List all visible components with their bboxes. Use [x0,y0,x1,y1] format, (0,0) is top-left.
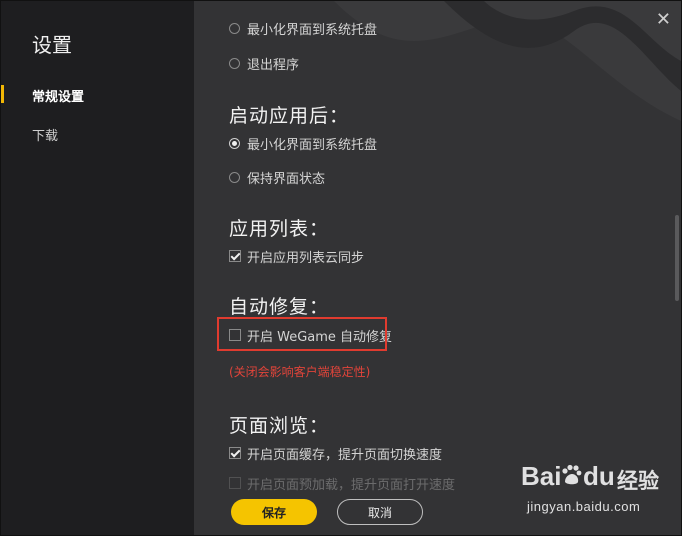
option-label: 保持界面状态 [247,171,326,187]
radio-icon[interactable] [229,57,240,69]
settings-title: 设置 [32,33,72,57]
auto-repair-warning: (关闭会影响客户端稳定性) [229,365,371,379]
red-highlight-annotation [217,317,387,351]
option-label: 退出程序 [247,57,300,73]
checkbox-checked-icon[interactable] [229,250,241,262]
sidebar-item-general[interactable]: 常规设置 [32,86,84,105]
option-keep-state[interactable]: 保持界面状态 [229,168,326,187]
watermark-url: jingyan.baidu.com [527,499,641,514]
radio-icon[interactable] [229,22,240,34]
baidu-jingyan-watermark: Bai du 经验 jingyan.baidu.com [521,461,671,527]
baidu-paw-icon [562,464,582,485]
cancel-button[interactable]: 取消 [337,499,423,525]
sidebar-item-download[interactable]: 下载 [32,125,58,144]
radio-selected-icon[interactable] [229,137,240,149]
sidebar: 设置 常规设置 下载 [1,1,194,535]
option-label: 最小化界面到系统托盘 [247,137,378,153]
settings-content: ✕ 最小化界面到系统托盘 退出程序 启动应用后： 最小化界面到系统托盘 保持界面… [194,1,681,535]
checkbox-label: 开启页面预加载，提升页面打开速度 [247,477,456,493]
scrollbar-thumb[interactable] [675,215,679,301]
checkbox-page-preload[interactable]: 开启页面预加载，提升页面打开速度 [229,474,456,493]
settings-window: 设置 常规设置 下载 ✕ 最小化界面到系统托盘 退出程序 启动应用后： 最小化界… [0,0,682,536]
checkbox-label: 开启应用列表云同步 [247,250,365,266]
watermark-jingyan: 经验 [617,469,659,493]
section-title-app-list: 应用列表： [229,218,330,240]
option-minimize-on-close[interactable]: 最小化界面到系统托盘 [229,19,378,38]
section-title-auto-repair: 自动修复： [229,296,330,318]
radio-icon[interactable] [229,171,240,183]
option-label: 最小化界面到系统托盘 [247,22,378,38]
save-button[interactable]: 保存 [231,499,317,525]
checkbox-app-list-sync[interactable]: 开启应用列表云同步 [229,247,365,266]
watermark-brand-suffix: du [583,461,615,491]
checkbox-checked-icon[interactable] [229,447,241,459]
watermark-brand: Bai [521,461,562,491]
option-exit-program[interactable]: 退出程序 [229,54,300,73]
checkbox-icon[interactable] [229,477,241,489]
option-minimize-to-tray[interactable]: 最小化界面到系统托盘 [229,134,378,153]
section-title-after-launch: 启动应用后： [229,105,350,127]
checkbox-label: 开启页面缓存，提升页面切换速度 [247,447,443,463]
section-title-page-browse: 页面浏览： [229,415,330,437]
checkbox-page-cache[interactable]: 开启页面缓存，提升页面切换速度 [229,444,443,463]
close-icon[interactable]: ✕ [656,11,671,29]
active-indicator [1,85,4,103]
